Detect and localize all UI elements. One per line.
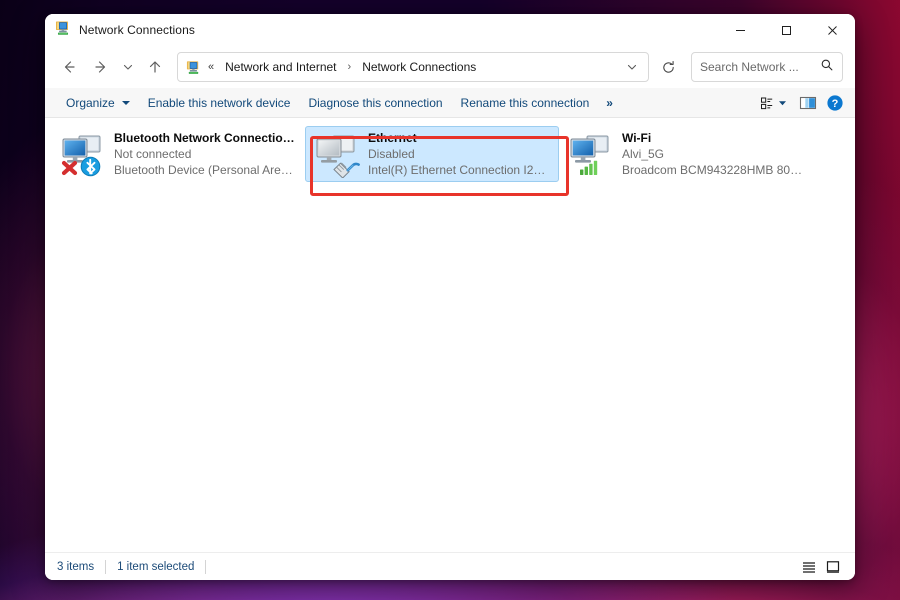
title-bar: Network Connections: [45, 14, 855, 46]
command-bar-right-group: ?: [757, 91, 847, 115]
help-icon[interactable]: ?: [823, 91, 847, 115]
connection-item-bluetooth[interactable]: Bluetooth Network Connection 2 Not conne…: [51, 126, 305, 182]
breadcrumb-overflow-icon[interactable]: «: [205, 61, 217, 73]
view-options-icon[interactable]: [757, 91, 793, 115]
item-count-label: 3 items: [57, 560, 95, 573]
search-icon[interactable]: [820, 58, 834, 77]
command-bar: Organize Enable this network device Diag…: [45, 88, 855, 118]
refresh-icon[interactable]: [653, 52, 683, 82]
breadcrumb-separator: ›: [347, 61, 352, 73]
connection-text-ethernet: Ethernet Disabled Intel(R) Ethernet Conn…: [368, 130, 552, 178]
selection-count-label: 1 item selected: [117, 560, 195, 573]
details-view-icon[interactable]: [797, 556, 821, 578]
breadcrumb-network-connections-icon: [186, 60, 201, 75]
up-arrow-icon[interactable]: [139, 52, 171, 82]
organize-label: Organize: [66, 95, 115, 110]
desktop-background: Network Connections « Network and Intern…: [0, 0, 900, 600]
navigation-bar: « Network and Internet › Network Connect…: [45, 46, 855, 88]
breadcrumb-item-network-and-internet[interactable]: Network and Internet: [221, 57, 340, 77]
connection-text-wifi: Wi-Fi Alvi_5G Broadcom BCM943228HMB 802.…: [622, 130, 806, 178]
connection-text-bluetooth: Bluetooth Network Connection 2 Not conne…: [114, 130, 298, 178]
status-divider-1: [105, 559, 107, 574]
connection-name: Ethernet: [368, 130, 417, 145]
connection-item-ethernet[interactable]: Ethernet Disabled Intel(R) Ethernet Conn…: [305, 126, 559, 182]
network-connections-icon: [55, 20, 71, 41]
connection-device: Broadcom BCM943228HMB 802.1...: [622, 163, 806, 178]
window-title: Network Connections: [79, 23, 195, 37]
address-dropdown-chevron-down-icon[interactable]: [620, 55, 644, 79]
window-controls: [717, 14, 855, 46]
connections-grid: Bluetooth Network Connection 2 Not conne…: [45, 124, 855, 184]
connections-list-view[interactable]: Bluetooth Network Connection 2 Not conne…: [45, 118, 855, 552]
close-button[interactable]: [809, 14, 855, 46]
maximize-button[interactable]: [763, 14, 809, 46]
organize-button[interactable]: Organize: [57, 92, 139, 114]
network-connections-window: Network Connections « Network and Intern…: [45, 14, 855, 580]
connection-item-wifi[interactable]: Wi-Fi Alvi_5G Broadcom BCM943228HMB 802.…: [559, 126, 813, 182]
connection-name: Bluetooth Network Connection 2: [114, 130, 298, 145]
rename-connection-button[interactable]: Rename this connection: [452, 92, 599, 114]
bluetooth-network-adapter-icon: [58, 130, 106, 178]
minimize-button[interactable]: [717, 14, 763, 46]
back-arrow-icon[interactable]: [53, 52, 85, 82]
connection-name: Wi-Fi: [622, 130, 652, 145]
status-divider-2: [205, 559, 207, 574]
forward-arrow-icon[interactable]: [85, 52, 117, 82]
connection-device: Bluetooth Device (Personal Area ...: [114, 163, 298, 178]
organize-caret-down-icon: [121, 100, 130, 105]
connection-status: Disabled: [368, 146, 415, 161]
connection-status: Not connected: [114, 146, 192, 161]
diagnose-connection-button[interactable]: Diagnose this connection: [299, 92, 451, 114]
title-bar-left: Network Connections: [45, 20, 195, 41]
command-overflow-button[interactable]: »: [598, 92, 621, 114]
large-icons-view-icon[interactable]: [821, 556, 845, 578]
search-box[interactable]: [691, 52, 843, 82]
connection-status: Alvi_5G: [622, 146, 665, 161]
wifi-adapter-icon: [566, 130, 614, 178]
search-input[interactable]: [700, 60, 814, 74]
status-bar: 3 items 1 item selected: [45, 552, 855, 580]
svg-text:?: ?: [832, 97, 839, 109]
connection-device: Intel(R) Ethernet Connection I217-V: [368, 163, 552, 178]
address-bar[interactable]: « Network and Internet › Network Connect…: [177, 52, 649, 82]
enable-network-device-button[interactable]: Enable this network device: [139, 92, 300, 114]
preview-pane-icon[interactable]: [795, 91, 821, 115]
recent-locations-chevron-down-icon[interactable]: [117, 52, 139, 82]
ethernet-adapter-icon: [312, 130, 360, 179]
breadcrumb-item-network-connections[interactable]: Network Connections: [358, 57, 480, 77]
